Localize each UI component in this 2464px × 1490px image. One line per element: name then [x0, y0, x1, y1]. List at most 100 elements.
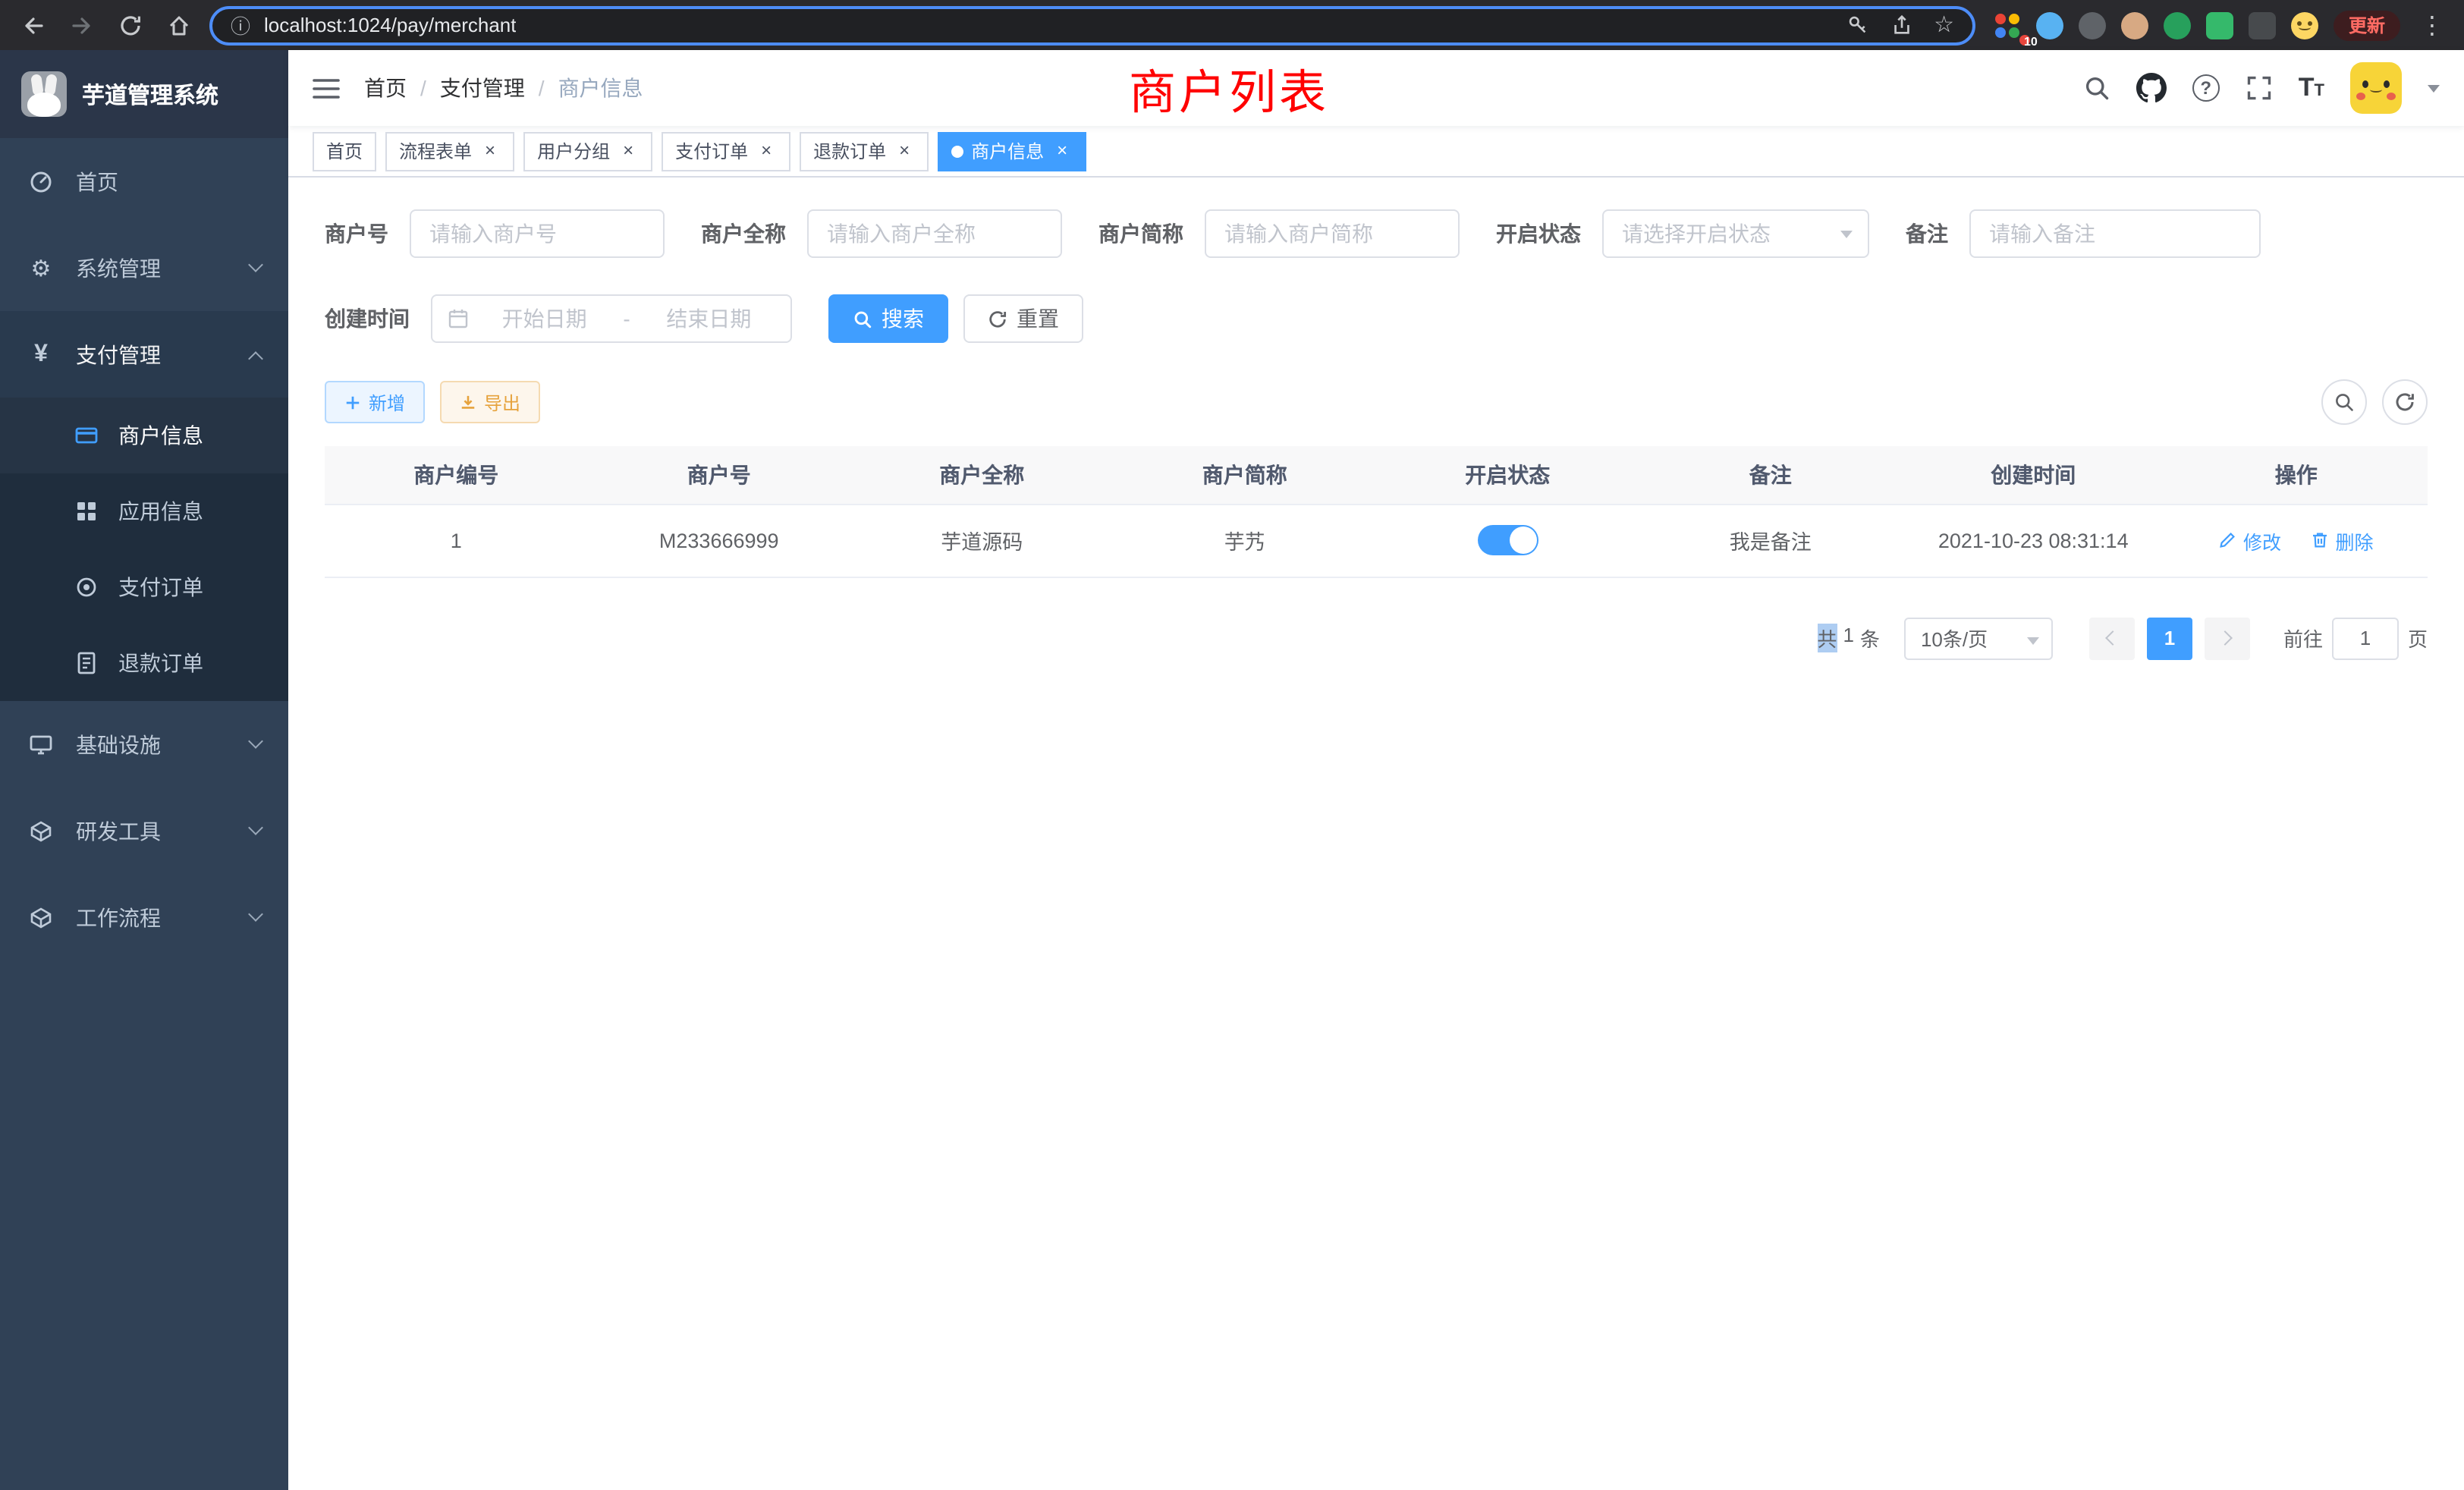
sidebar-subitem-app-info[interactable]: 应用信息 — [0, 473, 288, 549]
prev-page-button[interactable] — [2089, 617, 2135, 659]
home-icon[interactable] — [161, 7, 197, 43]
site-info-icon[interactable]: ⓘ — [231, 11, 250, 39]
page-size-select[interactable]: 10条/页 — [1904, 617, 2053, 659]
breadcrumb-separator: / — [539, 76, 545, 100]
tab-user-group[interactable]: 用户分组 × — [523, 131, 652, 171]
status-label: 开启状态 — [1496, 218, 1581, 249]
browser-menu-icon[interactable]: ⋮ — [2415, 10, 2449, 40]
password-key-icon[interactable] — [1846, 14, 1868, 36]
extension-green-square-icon[interactable] — [2206, 11, 2233, 39]
tab-refund-order[interactable]: 退款订单 × — [800, 131, 929, 171]
start-date-placeholder[interactable]: 开始日期 — [478, 303, 611, 334]
extension-green-circle-icon[interactable] — [2164, 11, 2191, 39]
reset-button[interactable]: 重置 — [963, 294, 1083, 343]
current-page[interactable]: 1 — [2147, 617, 2192, 659]
extension-badge: 10 — [2019, 34, 2030, 45]
user-avatar[interactable] — [2350, 62, 2402, 114]
top-navbar: 首页 / 支付管理 / 商户信息 商户列表 ? TT — [288, 50, 2464, 126]
toggle-search-icon[interactable] — [2321, 379, 2367, 425]
address-bar[interactable]: ⓘ localhost:1024/pay/merchant ☆ — [209, 5, 1975, 45]
tab-pay-order[interactable]: 支付订单 × — [662, 131, 790, 171]
sidebar-subitem-pay-order[interactable]: 支付订单 — [0, 549, 288, 625]
extensions-puzzle-icon[interactable]: 10 — [1994, 11, 2021, 39]
extension-drop-icon[interactable] — [2036, 11, 2063, 39]
trash-icon — [2312, 531, 2330, 549]
merchant-no-input[interactable] — [410, 209, 665, 258]
next-page-button[interactable] — [2205, 617, 2250, 659]
hamburger-icon[interactable] — [313, 77, 340, 99]
cell-actions: 修改 删除 — [2165, 504, 2428, 577]
font-size-icon[interactable]: TT — [2299, 73, 2324, 103]
back-icon[interactable] — [15, 7, 52, 43]
search-button[interactable]: 搜索 — [828, 294, 948, 343]
merchant-table: 商户编号 商户号 商户全称 商户简称 开启状态 备注 创建时间 操作 1 — [325, 446, 2428, 577]
tab-merchant-info[interactable]: 商户信息 × — [938, 131, 1086, 171]
tab-process-form[interactable]: 流程表单 × — [385, 131, 514, 171]
breadcrumb-payment[interactable]: 支付管理 — [440, 73, 525, 103]
chevron-down-icon[interactable] — [2428, 84, 2440, 92]
sidebar-item-dev-tools[interactable]: 研发工具 — [0, 787, 288, 874]
reload-icon[interactable] — [112, 7, 149, 43]
edit-button[interactable]: 修改 — [2219, 526, 2281, 555]
filter-row-1: 商户号 商户全称 商户简称 开启状态 请选择开启状态 — [325, 209, 2428, 258]
delete-button[interactable]: 删除 — [2312, 526, 2374, 555]
sidebar: 芋道管理系统 首页 ⚙ 系统管理 ¥ 支付管理 — [0, 50, 288, 1490]
sidebar-item-home[interactable]: 首页 — [0, 138, 288, 225]
sidebar-item-label: 系统管理 — [76, 253, 161, 283]
refresh-table-icon[interactable] — [2382, 379, 2428, 425]
sidebar-item-payment[interactable]: ¥ 支付管理 — [0, 311, 288, 398]
tab-home[interactable]: 首页 — [313, 131, 376, 171]
full-name-label: 商户全称 — [701, 218, 786, 249]
close-icon[interactable]: × — [894, 140, 915, 162]
cell-full-name: 芋道源码 — [850, 504, 1114, 577]
end-date-placeholder[interactable]: 结束日期 — [643, 303, 775, 334]
sidebar-item-system[interactable]: ⚙ 系统管理 — [0, 225, 288, 311]
extension-smiley-icon[interactable] — [2291, 11, 2318, 39]
close-icon[interactable]: × — [479, 140, 501, 162]
pagination-total: 共 1 条 — [1817, 624, 1880, 652]
extension-dark-icon[interactable] — [2249, 11, 2276, 39]
col-merchant-id: 商户编号 — [325, 446, 588, 504]
sidebar-item-label: 首页 — [76, 166, 118, 196]
add-button[interactable]: 新增 — [325, 381, 425, 423]
fullscreen-icon[interactable] — [2246, 74, 2273, 102]
page-annotation: 商户列表 — [1129, 54, 1329, 122]
help-icon[interactable]: ? — [2192, 74, 2220, 102]
sidebar-item-workflow[interactable]: 工作流程 — [0, 874, 288, 960]
app-logo[interactable]: 芋道管理系统 — [0, 50, 288, 138]
forward-icon[interactable] — [64, 7, 100, 43]
sidebar-subitem-refund-order[interactable]: 退款订单 — [0, 625, 288, 701]
close-icon[interactable]: × — [756, 140, 777, 162]
breadcrumb-home[interactable]: 首页 — [364, 73, 407, 103]
document-icon — [73, 651, 100, 675]
status-select[interactable]: 请选择开启状态 — [1602, 209, 1869, 258]
close-icon[interactable]: × — [618, 140, 639, 162]
browser-toolbar: ⓘ localhost:1024/pay/merchant ☆ 10 更新 ⋮ — [0, 0, 2464, 50]
status-toggle[interactable] — [1477, 525, 1538, 555]
create-time-label: 创建时间 — [325, 303, 410, 334]
extensions-area: 10 更新 ⋮ — [1988, 10, 2449, 40]
short-name-input[interactable] — [1205, 209, 1460, 258]
full-name-input[interactable] — [807, 209, 1062, 258]
chrome-update-button[interactable]: 更新 — [2334, 10, 2400, 40]
sidebar-subitem-merchant-info[interactable]: 商户信息 — [0, 398, 288, 473]
chevron-down-icon — [248, 734, 263, 749]
breadcrumb: 首页 / 支付管理 / 商户信息 — [364, 73, 643, 103]
share-icon[interactable] — [1890, 14, 1912, 36]
create-time-range-picker[interactable]: 开始日期 - 结束日期 — [431, 294, 792, 343]
remark-input[interactable] — [1969, 209, 2261, 258]
goto-page-input[interactable] — [2332, 617, 2399, 659]
sidebar-item-infrastructure[interactable]: 基础设施 — [0, 701, 288, 787]
extension-circle-icon[interactable] — [2079, 11, 2106, 39]
short-name-label: 商户简称 — [1098, 218, 1183, 249]
sidebar-item-label: 支付管理 — [76, 339, 161, 369]
close-icon[interactable]: × — [1051, 140, 1073, 162]
extension-avatar-icon[interactable] — [2121, 11, 2148, 39]
export-button[interactable]: 导出 — [440, 381, 540, 423]
github-icon[interactable] — [2136, 73, 2167, 103]
search-icon[interactable] — [2083, 74, 2110, 102]
url-text[interactable]: localhost:1024/pay/merchant — [264, 14, 516, 36]
bookmark-star-icon[interactable]: ☆ — [1934, 14, 1954, 36]
cell-create-time: 2021-10-23 08:31:14 — [1902, 504, 2165, 577]
cell-status — [1376, 504, 1639, 577]
